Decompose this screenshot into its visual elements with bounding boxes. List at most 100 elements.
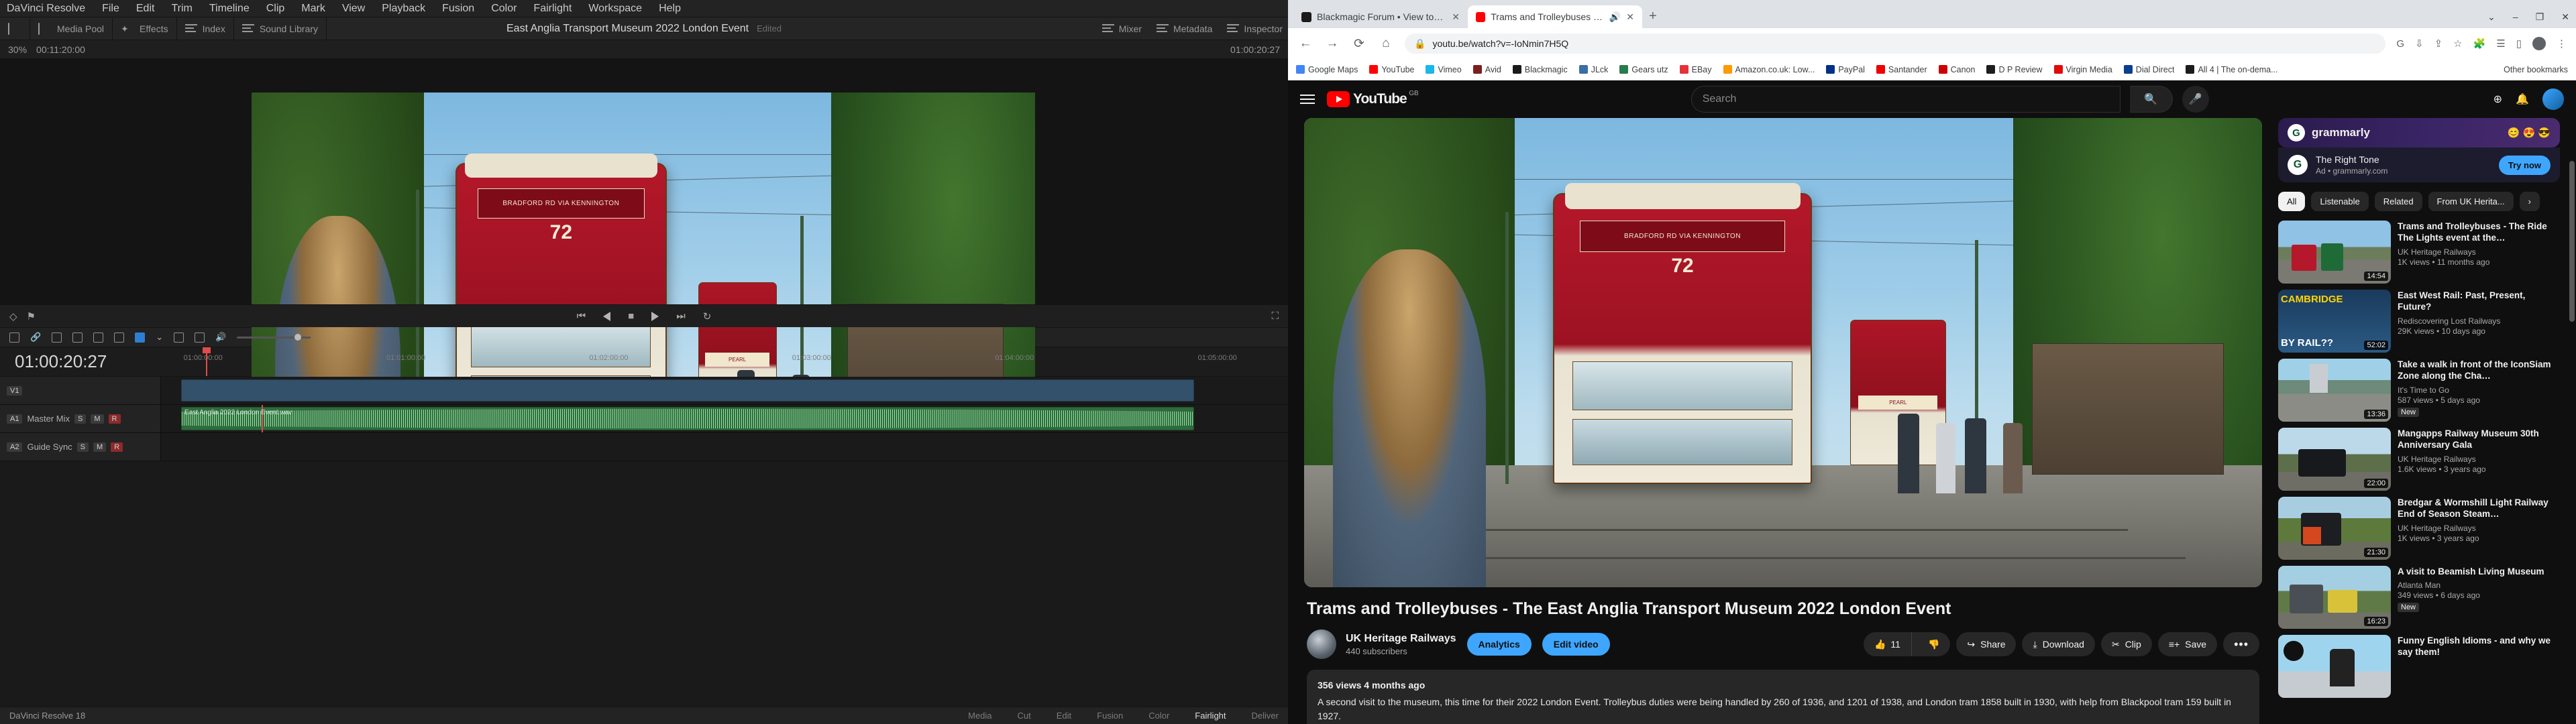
edit-video-button[interactable]: Edit video [1542,633,1610,656]
list-item[interactable]: 52:02 East West Rail: Past, Present, Fut… [2278,290,2560,353]
bookmark-item[interactable]: PayPal [1826,65,1865,74]
google-icon[interactable]: G [2396,38,2404,50]
address-bar[interactable]: 🔒 youtu.be/watch?v=-IoNmin7H5Q [1405,34,2386,54]
timeline-ruler[interactable]: 01:00:00:00 01:01:00:00 01:02:00:00 01:0… [161,347,1288,376]
video-description[interactable]: 356 views 4 months ago A second visit to… [1307,670,2259,724]
more-actions-button[interactable]: ••• [2223,632,2259,656]
record-button-a1[interactable]: R [108,414,121,424]
menu-workspace[interactable]: Workspace [588,3,642,15]
reading-list-icon[interactable]: ☰ [2496,38,2505,50]
track-lane-a1[interactable]: East Anglia 2022 London Event.wav [161,405,1288,432]
link-icon[interactable]: 🔗 [30,332,41,343]
list-item[interactable]: Funny English Idioms - and why we say th… [2278,635,2560,698]
hamburger-menu-icon[interactable] [1300,92,1315,107]
bookmark-item[interactable]: All 4 | The on-dema... [2186,65,2278,74]
download-button[interactable]: ⤓ Download [2022,632,2095,656]
notifications-icon[interactable]: 🔔 [2516,93,2529,106]
bookmark-item[interactable]: Amazon.co.uk: Low... [1723,65,1815,74]
play-button[interactable] [651,311,659,321]
volume-icon[interactable]: 🔊 [215,332,226,343]
list-item[interactable]: 14:54 Trams and Trolleybuses - The Ride … [2278,221,2560,284]
menu-view[interactable]: View [342,3,365,15]
playhead[interactable] [203,347,211,376]
viewer-zoom-level[interactable]: 30% [8,44,27,55]
list-item[interactable]: 13:36 Take a walk in front of the IconSi… [2278,359,2560,422]
analytics-button[interactable]: Analytics [1466,633,1532,656]
minimize-button[interactable]: – [2513,11,2518,23]
search-button[interactable]: 🔍 [2129,86,2173,113]
extensions-icon[interactable]: 🧩 [2473,38,2486,50]
play-reverse-button[interactable] [603,311,611,321]
clip-button[interactable]: ✂ Clip [2100,632,2152,656]
zoom-fit-button[interactable] [195,332,205,343]
menu-help[interactable]: Help [659,3,681,15]
channel-avatar[interactable] [1307,629,1336,659]
search-input[interactable]: Search [1690,86,2121,113]
avatar[interactable] [2542,88,2564,110]
marker-tool[interactable] [93,332,104,343]
page-edit[interactable]: Edit [1057,711,1071,721]
page-fusion[interactable]: Fusion [1097,711,1123,721]
browser-tab-blackmagic[interactable]: Blackmagic Forum • View topic - ✕ [1293,5,1468,28]
mixer-button[interactable]: Mixer [1102,23,1142,34]
install-icon[interactable]: ⇩ [2415,38,2424,50]
metadata-button[interactable]: Metadata [1157,23,1212,34]
page-media[interactable]: Media [968,711,991,721]
menu-davinci-resolve[interactable]: DaVinci Resolve [7,3,85,15]
monitor-toggle-button[interactable] [0,17,30,40]
maximize-button[interactable]: ❐ [2536,11,2544,23]
share-icon[interactable]: ⇪ [2434,38,2443,50]
mute-button-a1[interactable]: M [91,414,104,424]
inspector-button[interactable]: Inspector [1227,23,1283,34]
flag-icon[interactable]: ⚑ [27,310,36,322]
profile-icon[interactable] [2532,37,2546,50]
chip-related[interactable]: Related [2374,192,2422,211]
speaker-icon[interactable]: 🔊 [1609,11,1621,23]
bookmark-item[interactable]: Dial Direct [2123,65,2174,74]
chip-listenable[interactable]: Listenable [2311,192,2369,211]
reload-button[interactable]: ⟳ [1351,36,1367,52]
track-header-a2[interactable]: A2 Guide Sync S M R [0,433,161,461]
record-button-a2[interactable]: R [111,442,123,452]
list-item[interactable]: 16:23 A visit to Beamish Living Museum A… [2278,566,2560,629]
bookmark-item[interactable]: Google Maps [1296,65,1358,74]
bookmark-star-icon[interactable]: ☆ [2453,38,2462,50]
ad-banner[interactable]: G grammarly 😊 😍 😎 [2278,118,2560,147]
jump-start-button[interactable]: ⏮ [577,310,586,322]
chevron-down-icon[interactable]: ⌄ [2487,11,2496,23]
bookmark-item[interactable]: YouTube [1369,65,1414,74]
home-button[interactable]: ⌂ [1378,36,1394,51]
bookmark-item[interactable]: Gears utz [1619,65,1668,74]
bookmark-item[interactable]: Virgin Media [2053,65,2112,74]
bookmark-item[interactable]: Canon [1938,65,1975,74]
ad-cta-button[interactable]: Try now [2498,155,2551,175]
ad-detail[interactable]: G The Right Tone Ad • grammarly.com Try … [2278,147,2560,182]
track-header-a1[interactable]: A1 Master Mix S M R [0,405,161,432]
chips-next-button[interactable]: › [2519,192,2540,211]
menu-trim[interactable]: Trim [171,3,192,15]
jump-end-button[interactable]: ⏭ [676,310,686,322]
chip-from-channel[interactable]: From UK Herita... [2428,192,2514,211]
page-color[interactable]: Color [1148,711,1169,721]
timeline-current-timecode[interactable]: 01:00:20:27 [0,351,161,372]
bookmark-item[interactable]: Blackmagic [1512,65,1568,74]
dislike-button[interactable]: 👎 [1917,632,1950,656]
snap-toggle[interactable] [52,332,62,343]
create-icon[interactable]: ⊕ [2493,93,2502,106]
like-button[interactable]: 👍 11 [1864,632,1912,656]
menu-timeline[interactable]: Timeline [209,3,250,15]
sound-library-button[interactable]: Sound Library [234,17,327,40]
track-header-v1[interactable]: V1 [0,377,161,404]
bookmark-item[interactable]: EBay [1679,65,1712,74]
voice-search-button[interactable]: 🎤 [2182,86,2209,113]
menu-fusion[interactable]: Fusion [442,3,474,15]
back-button[interactable]: ← [1297,36,1313,51]
menu-clip[interactable]: Clip [266,3,285,15]
track-lane-a2[interactable] [161,433,1288,461]
page-cut[interactable]: Cut [1018,711,1031,721]
other-bookmarks-button[interactable]: Other bookmarks [2500,65,2568,74]
forward-button[interactable]: → [1324,36,1340,51]
youtube-logo[interactable]: YouTube GB [1327,90,1419,107]
close-icon[interactable]: ✕ [1452,11,1460,23]
menu-fairlight[interactable]: Fairlight [533,3,572,15]
